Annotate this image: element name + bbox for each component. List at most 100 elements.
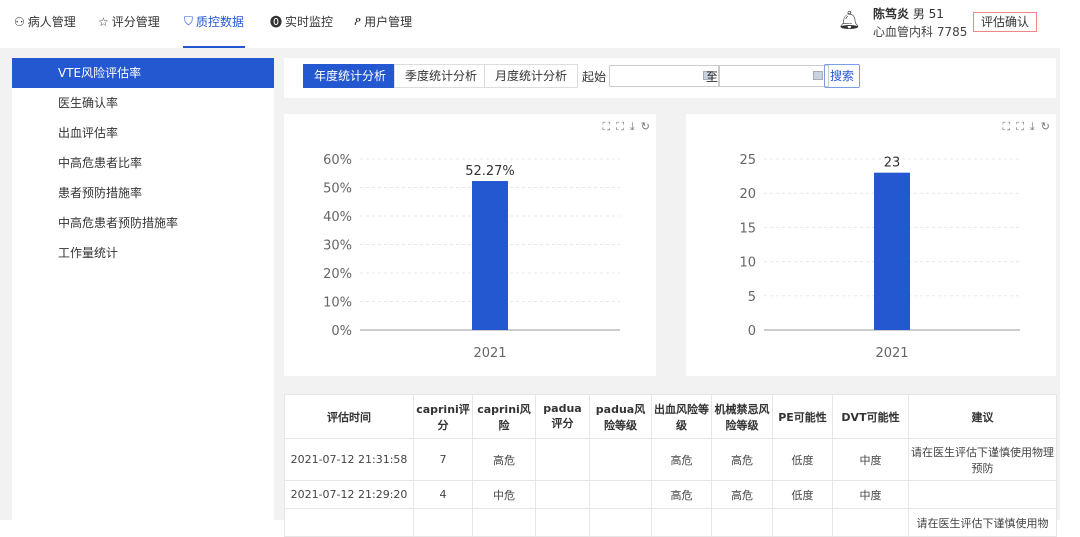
table-cell: 请在医生评估下谨慎使用物 [908, 508, 1057, 537]
y-tick-label: 20 [739, 187, 756, 202]
sidebar-item-workload[interactable]: 工作量统计 [12, 238, 274, 268]
sidebar-item-bleeding[interactable]: 出血评估率 [12, 118, 274, 148]
x-tick-label: 2021 [473, 346, 506, 361]
y-tick-label: 10% [323, 296, 352, 311]
download-icon[interactable]: ⤓ [630, 120, 635, 134]
user-group-icon: ⚇ [14, 14, 25, 29]
user-dept: 心血管内科 7785 [873, 25, 968, 39]
tab-quarterly[interactable]: 季度统计分析 [394, 64, 489, 88]
y-tick-label: 25 [739, 153, 756, 168]
bar [874, 172, 910, 330]
table-cell: 低度 [772, 480, 833, 509]
column-header: DVT可能性 [832, 394, 909, 439]
x-tick-label: 2021 [875, 346, 908, 361]
table-cell: 高危 [711, 480, 773, 509]
calendar-icon[interactable] [813, 71, 823, 80]
table-cell: 2021-07-12 21:29:20 [284, 480, 414, 509]
star-icon: ☆ [98, 14, 109, 29]
data-label: 23 [884, 156, 901, 171]
table-cell: 低度 [772, 438, 833, 481]
user-info: 陈笃炎 男 51 [873, 7, 944, 21]
user-icon: ዖ [354, 14, 362, 28]
bell-icon[interactable]: 🔔︎ [838, 10, 861, 31]
table-cell [284, 508, 414, 537]
y-tick-label: 0 [748, 324, 756, 339]
table-cell: 4 [413, 480, 473, 509]
table-cell: 高危 [472, 438, 536, 481]
start-date-input[interactable] [609, 65, 719, 87]
y-tick-label: 50% [323, 182, 352, 197]
table-header: 评估时间 caprini评分 caprini风险 padua评分 padua风险等级 出血… [284, 394, 1057, 439]
to-label: 至 [706, 70, 719, 84]
download-icon[interactable]: ⤓ [1030, 120, 1035, 134]
zoom-reset-icon[interactable]: ⛶ [1016, 120, 1024, 134]
column-header: caprini风险 [472, 394, 536, 439]
assessment-confirm-button[interactable]: 评估确认 [973, 12, 1038, 32]
table-cell: 中度 [832, 438, 909, 481]
table-cell [535, 480, 590, 509]
table-cell [772, 508, 833, 537]
nav-patient-management[interactable]: ⚇ 病人管理 [14, 13, 76, 30]
y-tick-label: 0% [331, 324, 352, 339]
assessment-table: 评估时间 caprini评分 caprini风险 padua评分 padua风险等级 出血… [284, 394, 1057, 537]
tab-yearly[interactable]: 年度统计分析 [303, 64, 398, 88]
monitor-icon: ⓿ [270, 15, 283, 29]
bar-chart-count: 0 5 10 15 20 25 23 2021 [739, 153, 1020, 361]
table-row[interactable]: 2021-07-12 21:31:58 7 高危 高危 高危 低度 中度 请在医生评估下谨慎使… [284, 438, 1057, 481]
table-cell [651, 508, 712, 537]
sidebar-item-prevention[interactable]: 患者预防措施率 [12, 178, 274, 208]
table-cell [589, 480, 652, 509]
column-header: padua风险等级 [589, 394, 652, 439]
chart-card-rate: ⛶ ⛶ ⤓ ↻ 0% 10% 20% 30% 40% 50% 60% 52.27% 2021 [284, 114, 656, 376]
y-tick-label: 40% [323, 210, 352, 225]
table-cell [832, 508, 909, 537]
zoom-icon[interactable]: ⛶ [1003, 120, 1011, 134]
nav-quality-data[interactable]: ⛉ 质控数据 [184, 13, 244, 30]
table-cell [535, 508, 590, 537]
y-tick-label: 30% [323, 239, 352, 254]
table-cell [908, 480, 1057, 509]
zoom-reset-icon[interactable]: ⛶ [616, 120, 624, 134]
table-row[interactable]: 2021-07-12 21:29:20 4 中危 高危 高危 低度 中度 [284, 480, 1057, 509]
column-header: 出血风险等级 [651, 394, 712, 439]
table-cell [413, 508, 473, 537]
nav-user-management[interactable]: ዖ 用户管理 [354, 13, 412, 30]
y-tick-label: 15 [739, 221, 756, 236]
start-label: 起始 [582, 70, 607, 84]
zoom-icon[interactable]: ⛶ [603, 120, 611, 134]
filter-toolbar: 年度统计分析 季度统计分析 月度统计分析 起始 至 搜索 [284, 58, 1056, 98]
search-button[interactable]: 搜索 [824, 64, 861, 88]
sidebar: VTE风险评估率 医生确认率 出血评估率 中高危患者比率 患者预防措施率 中高危… [12, 58, 274, 520]
sidebar-item-high-risk-ratio[interactable]: 中高危患者比率 [12, 148, 274, 178]
sidebar-item-vte-rate[interactable]: VTE风险评估率 [12, 58, 274, 88]
table-cell [711, 508, 773, 537]
table-cell: 高危 [651, 438, 712, 481]
column-header: 建议 [908, 394, 1057, 439]
table-cell: 请在医生评估下谨慎使用物理预防 [908, 438, 1057, 481]
column-header: caprini评分 [413, 394, 473, 439]
y-tick-label: 10 [739, 256, 756, 271]
refresh-icon[interactable]: ↻ [641, 120, 650, 134]
sidebar-item-high-risk-prevention[interactable]: 中高危患者预防措施率 [12, 208, 274, 238]
bar [472, 181, 508, 330]
nav-realtime-monitor[interactable]: ⓿ 实时监控 [270, 13, 333, 30]
nav-score-management[interactable]: ☆ 评分管理 [98, 13, 160, 30]
column-header: 评估时间 [284, 394, 414, 439]
table-cell: 中度 [832, 480, 909, 509]
table-row[interactable]: 请在医生评估下谨慎使用物 [284, 508, 1057, 537]
table-cell: 高危 [651, 480, 712, 509]
y-tick-label: 60% [323, 153, 352, 168]
end-date-input[interactable] [719, 65, 829, 87]
table-cell: 7 [413, 438, 473, 481]
table-cell: 高危 [711, 438, 773, 481]
top-nav: ⚇ 病人管理 ☆ 评分管理 ⛉ 质控数据 ⓿ 实时监控 ዖ 用户管理 🔔︎ 陈笃炎 男 5… [0, 0, 1080, 48]
column-header: 机械禁忌风险等级 [711, 394, 773, 439]
chart-card-count: ⛶ ⛶ ⤓ ↻ 0 5 10 15 20 25 23 2021 [686, 114, 1056, 376]
tab-monthly[interactable]: 月度统计分析 [484, 64, 579, 88]
refresh-icon[interactable]: ↻ [1041, 120, 1050, 134]
table-cell [589, 438, 652, 481]
sidebar-item-doctor-confirm[interactable]: 医生确认率 [12, 88, 274, 118]
column-header: PE可能性 [772, 394, 833, 439]
y-tick-label: 5 [748, 290, 756, 305]
table-cell [472, 508, 536, 537]
